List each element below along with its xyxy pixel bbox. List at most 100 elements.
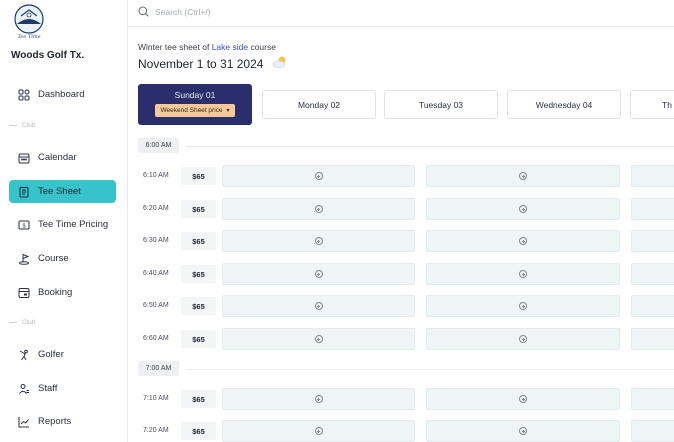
- add-booking-slot[interactable]: [426, 263, 620, 285]
- tab-wednesday-04[interactable]: Wednesday 04: [507, 90, 621, 119]
- add-booking-slot[interactable]: [222, 198, 415, 220]
- page-title: November 1 to 31 2024: [138, 56, 264, 71]
- tab-sunday-01[interactable]: Sunday 01 Weekend Sheet price ▾: [138, 84, 252, 125]
- add-booking-slot[interactable]: [631, 165, 674, 187]
- sidebar-item-booking[interactable]: Booking: [9, 281, 116, 304]
- hour-divider: [186, 369, 674, 370]
- svg-text:Tee Time: Tee Time: [17, 34, 40, 40]
- add-booking-slot[interactable]: [222, 388, 415, 410]
- add-booking-slot[interactable]: [426, 295, 620, 317]
- add-circle-icon: [314, 427, 323, 435]
- add-booking-slot[interactable]: [426, 198, 620, 220]
- slot-price: $65: [181, 265, 216, 283]
- course-link[interactable]: Lake side: [212, 42, 248, 52]
- hour-badge: 7:00 AM: [138, 361, 179, 376]
- reports-icon: [17, 415, 31, 429]
- section-label-club-2: Club: [9, 319, 35, 326]
- search-icon: [138, 6, 149, 17]
- sidebar-item-label: Calendar: [38, 152, 77, 163]
- slot-time: 6:30 AM: [143, 237, 169, 244]
- add-circle-icon: [519, 172, 527, 180]
- slot-time: 6:40 AM: [143, 270, 169, 277]
- tee-sheet-icon: [17, 185, 31, 199]
- tab-tuesday-03[interactable]: Tuesday 03: [384, 90, 498, 119]
- add-booking-slot[interactable]: [426, 388, 620, 410]
- sidebar-item-label: Reports: [38, 416, 72, 427]
- day-label: Monday 02: [297, 99, 341, 110]
- sidebar-item-label: Booking: [38, 287, 73, 298]
- sidebar-item-staff[interactable]: Staff: [9, 377, 116, 400]
- partly-cloudy-icon: [271, 55, 289, 72]
- add-booking-slot[interactable]: [631, 420, 674, 442]
- add-booking-slot[interactable]: [631, 328, 674, 350]
- section-label-club: Club: [9, 122, 35, 129]
- add-circle-icon: [519, 395, 527, 403]
- add-booking-slot[interactable]: [426, 420, 620, 442]
- slot-time: 6:50 AM: [143, 302, 169, 309]
- sidebar-item-tee-sheet[interactable]: Tee Sheet: [9, 180, 116, 203]
- add-booking-slot[interactable]: [631, 388, 674, 410]
- sidebar-item-course[interactable]: Course: [9, 247, 116, 270]
- add-booking-slot[interactable]: [631, 230, 674, 252]
- hour-divider: [186, 146, 674, 147]
- slot-price: $65: [181, 390, 216, 408]
- add-booking-slot[interactable]: [222, 165, 415, 187]
- day-label: Th: [662, 99, 672, 110]
- add-circle-icon: [314, 205, 323, 213]
- add-circle-icon: [519, 237, 527, 245]
- add-booking-slot[interactable]: [631, 263, 674, 285]
- add-booking-slot[interactable]: [222, 263, 415, 285]
- add-circle-icon: [314, 237, 323, 245]
- sidebar-item-dashboard[interactable]: Dashboard: [9, 83, 116, 106]
- svg-text:$: $: [22, 223, 25, 229]
- topbar: Search (Ctrl+/): [128, 0, 674, 27]
- price-sheet-select[interactable]: Weekend Sheet price ▾: [155, 104, 235, 117]
- day-label: Tuesday 03: [418, 99, 464, 110]
- staff-icon: [17, 382, 31, 396]
- add-booking-slot[interactable]: [426, 165, 620, 187]
- add-booking-slot[interactable]: [222, 420, 415, 442]
- sidebar-item-label: Staff: [38, 383, 58, 394]
- add-circle-icon: [519, 427, 527, 435]
- day-label: Sunday 01: [174, 90, 216, 100]
- add-booking-slot[interactable]: [222, 328, 415, 350]
- dashboard-icon: [17, 88, 31, 102]
- slot-price: $65: [181, 200, 216, 218]
- add-booking-slot[interactable]: [222, 295, 415, 317]
- add-booking-slot[interactable]: [426, 328, 620, 350]
- sidebar-item-reports[interactable]: Reports: [9, 410, 116, 433]
- search-input[interactable]: Search (Ctrl+/): [138, 6, 211, 17]
- sidebar-item-label: Golfer: [38, 349, 64, 360]
- chevron-down-icon: ▾: [226, 108, 230, 114]
- slot-time: 6:60 AM: [143, 335, 169, 342]
- sidebar-item-golfer[interactable]: Golfer: [9, 343, 116, 366]
- pricing-icon: $: [17, 218, 31, 232]
- add-circle-icon: [519, 205, 527, 213]
- org-name: Woods Golf Tx.: [11, 50, 85, 61]
- sidebar-item-calendar[interactable]: Calendar: [9, 146, 116, 169]
- sidebar-item-label: Course: [38, 253, 69, 264]
- add-booking-slot[interactable]: [426, 230, 620, 252]
- slot-price: $65: [181, 330, 216, 348]
- golfer-icon: [17, 348, 31, 362]
- add-booking-slot[interactable]: [631, 198, 674, 220]
- add-circle-icon: [519, 270, 527, 278]
- sheet-subtitle: Winter tee sheet of Lake side course: [138, 42, 276, 52]
- sidebar-item-label: Tee Sheet: [38, 186, 81, 197]
- slot-price: $65: [181, 422, 216, 440]
- tab-thursday-05[interactable]: Th: [630, 90, 674, 119]
- add-circle-icon: [519, 335, 527, 343]
- tab-monday-02[interactable]: Monday 02: [262, 90, 376, 119]
- club-logo[interactable]: Tee Time: [12, 4, 46, 40]
- add-circle-icon: [314, 172, 323, 180]
- calendar-icon: [17, 151, 31, 165]
- slot-price: $65: [181, 232, 216, 250]
- add-circle-icon: [314, 395, 323, 403]
- sidebar-item-tee-time-pricing[interactable]: $ Tee Time Pricing: [9, 213, 116, 236]
- add-circle-icon: [314, 335, 323, 343]
- add-booking-slot[interactable]: [222, 230, 415, 252]
- slot-time: 6:20 AM: [143, 205, 169, 212]
- add-booking-slot[interactable]: [631, 295, 674, 317]
- price-sheet-value: Weekend Sheet price: [160, 107, 223, 114]
- slot-time: 7:20 AM: [143, 427, 169, 434]
